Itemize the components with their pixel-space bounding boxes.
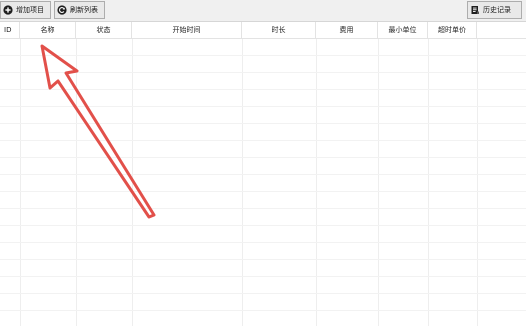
grid-row-line	[0, 140, 526, 141]
refresh-icon	[57, 5, 67, 15]
column-header-overtime-price[interactable]: 超时单价	[428, 22, 477, 39]
grid-row-line	[0, 293, 526, 294]
column-header-duration[interactable]: 时长	[242, 22, 316, 39]
column-header-name[interactable]: 名称	[20, 22, 76, 39]
column-header-filler	[477, 22, 526, 39]
grid-row-line	[0, 259, 526, 260]
main-window: 增加项目 刷新列表 历史记录 ID 名称 状态 开始时间 时长 费用 最小单位 …	[0, 0, 526, 326]
scroll-icon	[470, 5, 480, 15]
grid-row-line	[0, 225, 526, 226]
column-header-start-time[interactable]: 开始时间	[132, 22, 242, 39]
grid-row-line	[0, 72, 526, 73]
refresh-list-button[interactable]: 刷新列表	[54, 1, 105, 19]
add-item-button[interactable]: 增加项目	[0, 1, 51, 19]
history-label: 历史记录	[483, 6, 511, 14]
column-header-min-unit[interactable]: 最小单位	[378, 22, 428, 39]
column-header-id[interactable]: ID	[0, 22, 20, 39]
refresh-list-label: 刷新列表	[70, 6, 98, 14]
grid-row-line	[0, 174, 526, 175]
plus-circle-icon	[3, 5, 13, 15]
grid-row-line	[0, 191, 526, 192]
column-header-status[interactable]: 状态	[76, 22, 132, 39]
grid-row-line	[0, 123, 526, 124]
history-button[interactable]: 历史记录	[467, 1, 522, 19]
grid-row-line	[0, 276, 526, 277]
grid-body[interactable]	[0, 39, 526, 326]
grid-row-line	[0, 89, 526, 90]
column-header-fee[interactable]: 费用	[316, 22, 378, 39]
add-item-label: 增加项目	[16, 6, 44, 14]
grid-row-line	[0, 208, 526, 209]
grid-header: ID 名称 状态 开始时间 时长 费用 最小单位 超时单价	[0, 22, 526, 39]
grid-row-line	[0, 55, 526, 56]
grid-row-line	[0, 310, 526, 311]
grid-row-line	[0, 157, 526, 158]
toolbar: 增加项目 刷新列表 历史记录	[0, 0, 526, 22]
grid-row-line	[0, 242, 526, 243]
grid-row-line	[0, 106, 526, 107]
data-grid[interactable]: ID 名称 状态 开始时间 时长 费用 最小单位 超时单价	[0, 21, 526, 326]
